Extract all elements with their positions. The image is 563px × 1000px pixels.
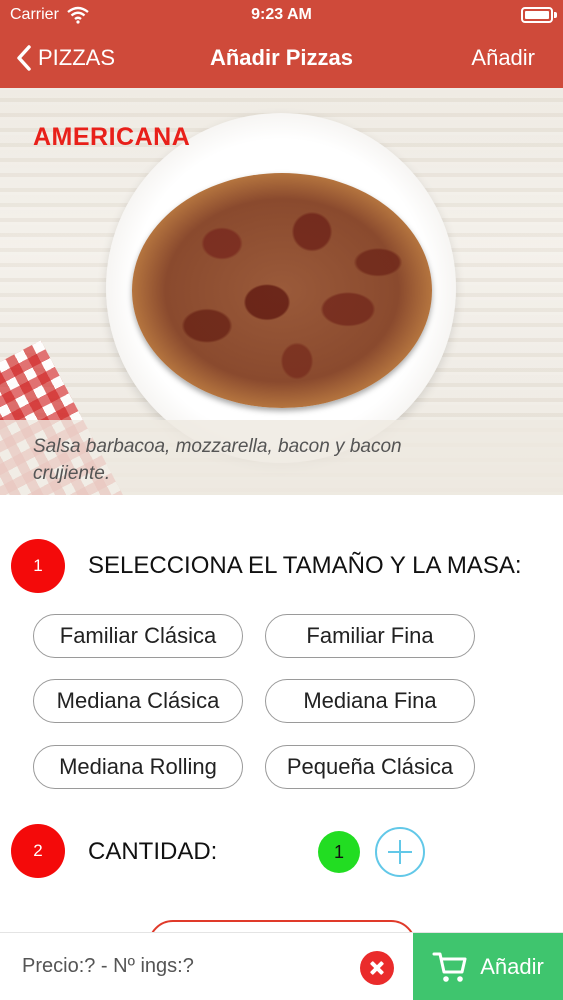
size-dough-heading: SELECCIONA EL TAMAÑO Y LA MASA:: [88, 552, 522, 579]
clock: 9:23 AM: [251, 6, 312, 23]
nav-add-button[interactable]: Añadir: [471, 45, 535, 71]
top-bar: Carrier 9:23 AM PIZZAS Añadir Pizzas Aña…: [0, 0, 563, 88]
cart-icon: [432, 952, 467, 982]
option-familiar-clasica[interactable]: Familiar Clásica: [33, 614, 243, 658]
status-bar: Carrier 9:23 AM: [0, 0, 563, 30]
quantity-heading: CANTIDAD:: [88, 838, 218, 865]
price-summary: Precio:? - Nº ings:?: [22, 955, 194, 977]
pizza-description: Salsa barbacoa, mozzarella, bacon y baco…: [33, 436, 402, 484]
battery-icon: [521, 7, 557, 23]
pizza-name: AMERICANA: [33, 123, 191, 151]
chevron-left-icon: [17, 45, 31, 71]
add-to-cart-label: Añadir: [480, 954, 544, 979]
close-icon[interactable]: [360, 951, 394, 985]
option-pequena-clasica[interactable]: Pequeña Clásica: [265, 745, 475, 789]
option-mediana-clasica[interactable]: Mediana Clásica: [33, 679, 243, 723]
pizza-image: [132, 173, 432, 408]
option-mediana-rolling[interactable]: Mediana Rolling: [33, 745, 243, 789]
pizza-hero: AMERICANA Salsa barbacoa, mozzarella, ba…: [0, 88, 563, 495]
plus-icon[interactable]: [375, 827, 425, 877]
bottom-bar: Precio:? - Nº ings:? Añadir: [0, 932, 563, 1000]
back-label: PIZZAS: [38, 45, 116, 70]
option-mediana-fina[interactable]: Mediana Fina: [265, 679, 475, 723]
quantity-value: 1: [318, 831, 360, 873]
step-badge-1: 1: [11, 539, 65, 593]
option-familiar-fina[interactable]: Familiar Fina: [265, 614, 475, 658]
back-button[interactable]: PIZZAS: [14, 42, 115, 74]
navigation-bar: PIZZAS Añadir Pizzas Añadir: [0, 30, 563, 88]
step-badge-2: 2: [11, 824, 65, 878]
add-to-cart-button[interactable]: Añadir: [413, 933, 563, 1000]
